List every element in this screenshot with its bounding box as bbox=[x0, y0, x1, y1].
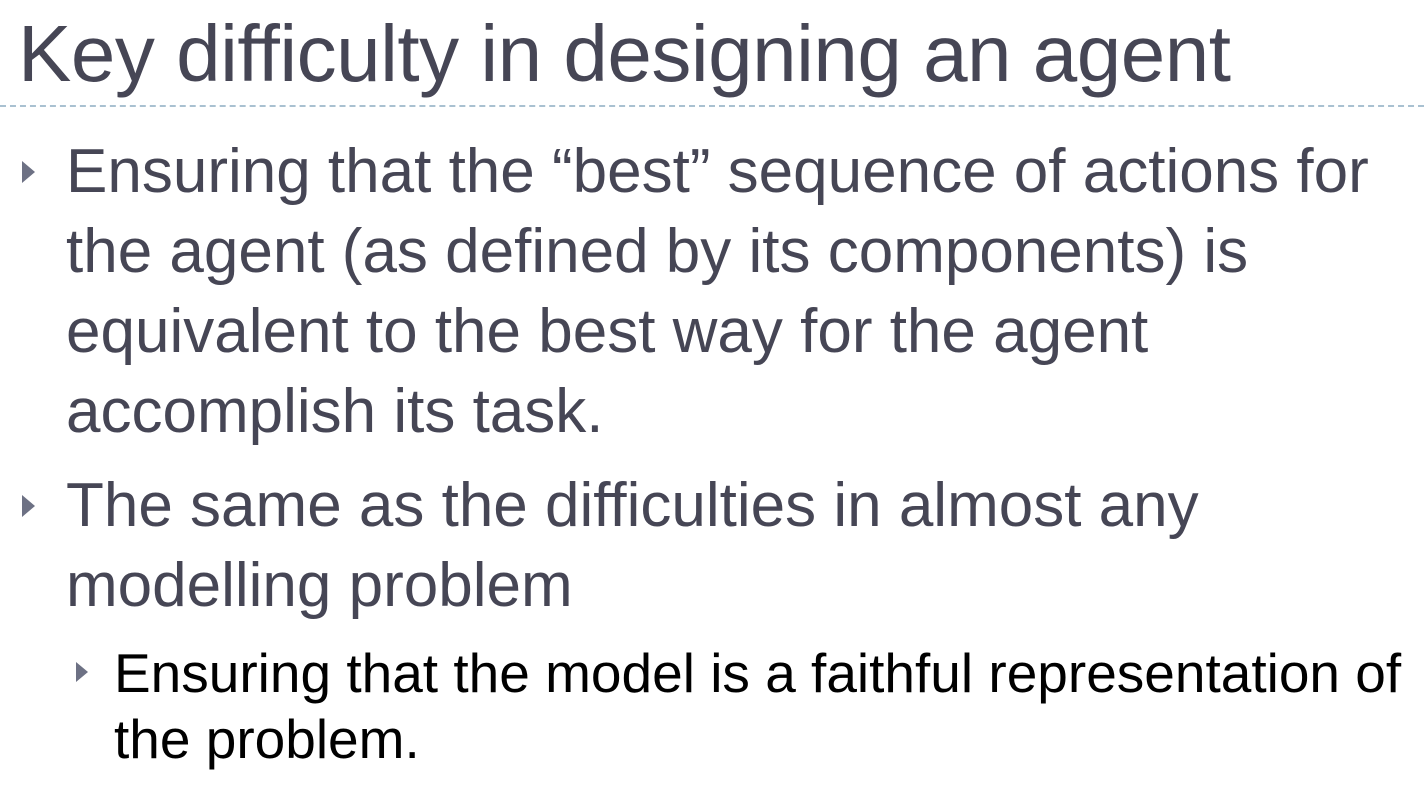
bullet-item: Ensuring that the “best” sequence of act… bbox=[22, 132, 1406, 452]
bullet-text: Ensuring that the “best” sequence of act… bbox=[66, 137, 1369, 446]
title-divider bbox=[0, 105, 1424, 107]
sub-bullet-item: Ensuring that the model is a faithful re… bbox=[76, 640, 1419, 772]
sub-bullet-text: Ensuring that the model is a faithful re… bbox=[114, 642, 1402, 770]
bullet-item: The same as the difficulties in almost a… bbox=[22, 466, 1406, 626]
slide-title: Key difficulty in designing an agent bbox=[18, 9, 1231, 98]
triangle-right-icon bbox=[22, 161, 35, 183]
triangle-right-icon bbox=[22, 495, 35, 517]
slide: Key difficulty in designing an agent Ens… bbox=[0, 0, 1424, 787]
bullet-text: The same as the difficulties in almost a… bbox=[66, 471, 1199, 620]
triangle-right-icon bbox=[76, 662, 88, 682]
